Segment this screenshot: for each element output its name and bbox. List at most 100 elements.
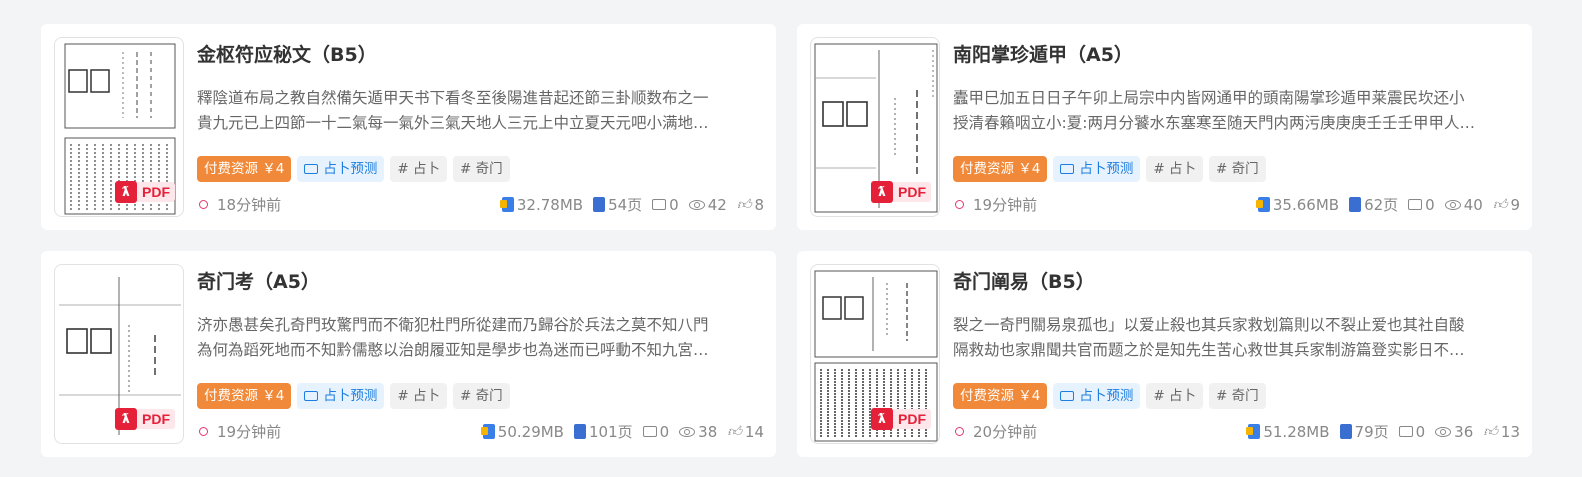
page-count: 101页: [573, 421, 633, 442]
document-pages-icon: [1339, 424, 1352, 439]
file-size-value: 50.29MB: [497, 422, 564, 441]
pdf-badge: ƛ PDF: [871, 180, 931, 204]
category-tag-label: 占卜预测: [323, 161, 378, 177]
publish-time: 20分钟前: [955, 421, 1037, 442]
description-line: 貴九元已上四節一十二氣每一氣外三氣天地人三元上中立夏天元吧小满地…: [197, 114, 709, 132]
resource-title[interactable]: 奇门阐易（B5）: [953, 267, 1095, 294]
category-tag[interactable]: 占卜预测: [1053, 156, 1141, 182]
comment-icon: [1408, 199, 1423, 210]
folder-icon: [304, 164, 319, 174]
paid-resource-tag[interactable]: 付费资源 ￥4: [197, 156, 292, 182]
tag-list: 付费资源 ￥4 占卜预测 # 占卜 # 奇门: [953, 156, 1266, 182]
thumbs-up-icon: 👍︎: [1492, 197, 1508, 213]
time-label: 19分钟前: [217, 423, 282, 441]
category-tag[interactable]: 占卜预测: [297, 156, 385, 182]
tag-list: 付费资源 ￥4 占卜预测 # 占卜 # 奇门: [953, 383, 1266, 409]
comment-count-value: 0: [1425, 195, 1435, 214]
page-count-value: 79页: [1354, 423, 1389, 441]
like-count[interactable]: 👍︎ 13: [1483, 423, 1520, 441]
comment-count[interactable]: 0: [1398, 422, 1426, 441]
comment-count[interactable]: 0: [652, 196, 679, 214]
like-count-value: 9: [1510, 195, 1520, 214]
hashtag-qimen[interactable]: # 奇门: [1209, 383, 1266, 409]
comment-icon: [652, 199, 667, 210]
eye-icon: [688, 199, 705, 210]
eye-icon: [1435, 426, 1452, 437]
hashtag-qimen[interactable]: # 奇门: [1209, 156, 1266, 182]
resource-card[interactable]: ƛ PDF 奇门考（A5） 济亦愚甚矣孔奇門玫驚門而不衛犯杜門所從建而乃歸谷於兵…: [41, 251, 776, 457]
description-line: 授清春籟咽立小:夏:两月分饕水东塞寒至随天門内两污庚庚庚壬壬壬甲甲人…: [953, 114, 1475, 132]
hashtag-divination[interactable]: # 占卜: [390, 383, 447, 409]
comment-icon: [1398, 426, 1413, 437]
category-tag[interactable]: 占卜预测: [1053, 383, 1141, 409]
publish-time: 19分钟前: [199, 421, 281, 442]
resource-title[interactable]: 金枢符应秘文（B5）: [197, 40, 377, 67]
description-line: 隔救劫也家鼎聞共官而题之於是知先生苦心救世其兵家制游篇登实影日不…: [953, 341, 1465, 359]
view-count: 38: [679, 423, 717, 441]
publish-time: 18分钟前: [199, 194, 281, 215]
view-count-value: 40: [1463, 195, 1483, 214]
tag-list: 付费资源 ￥4 占卜预测 # 占卜 # 奇门: [197, 383, 510, 409]
pdf-badge: ƛ PDF: [115, 407, 175, 431]
comment-count-value: 0: [1415, 422, 1426, 441]
view-count: 42: [688, 196, 727, 214]
folder-icon: [1060, 391, 1075, 401]
hashtag-qimen[interactable]: # 奇门: [453, 156, 510, 182]
resource-card[interactable]: ƛ PDF 金枢符应秘文（B5） 釋陰道布局之教自然備矢遁甲天书下看冬至後陽進昔…: [41, 24, 776, 230]
document-thumbnail[interactable]: ƛ PDF: [810, 264, 940, 444]
description-line: 裂之一奇門關易泉孤也」以爱止殺也其兵家救划篇則以不裂止爱也其社自酸: [953, 316, 1465, 334]
resource-stats: 51.28MB 79页 0 36 👍︎ 13: [1246, 421, 1520, 442]
document-pages-icon: [1349, 197, 1362, 212]
resource-title[interactable]: 南阳掌珍遁甲（A5）: [953, 40, 1133, 67]
hashtag-divination[interactable]: # 占卜: [1146, 156, 1203, 182]
hashtag-divination[interactable]: # 占卜: [390, 156, 447, 182]
like-count[interactable]: 👍︎ 14: [727, 423, 764, 441]
resource-stats: 35.66MB 62页 0 40 👍︎ 9: [1255, 194, 1520, 215]
like-count[interactable]: 👍︎ 8: [737, 196, 764, 214]
resource-title[interactable]: 奇门考（A5）: [197, 267, 320, 294]
paid-resource-tag[interactable]: 付费资源 ￥4: [953, 156, 1048, 182]
pdf-label: PDF: [893, 409, 931, 429]
category-tag-label: 占卜预测: [1079, 388, 1134, 404]
comment-icon: [642, 426, 657, 437]
hashtag-divination[interactable]: # 占卜: [1146, 383, 1203, 409]
category-tag[interactable]: 占卜预测: [297, 383, 385, 409]
paid-resource-tag[interactable]: 付费资源 ￥4: [953, 383, 1048, 409]
resource-description: 裂之一奇門關易泉孤也」以爱止殺也其兵家救划篇則以不裂止爱也其社自酸 隔救劫也家鼎…: [953, 313, 1513, 363]
file-size-value: 51.28MB: [1263, 422, 1330, 441]
document-thumbnail[interactable]: ƛ PDF: [810, 37, 940, 217]
view-count-value: 36: [1454, 422, 1474, 441]
comment-count-value: 0: [669, 195, 679, 214]
view-count-value: 38: [698, 422, 718, 441]
page-count: 62页: [1349, 194, 1398, 215]
resource-card[interactable]: ƛ PDF 南阳掌珍遁甲（A5） 蠹甲巳加五日日子午卯上局宗中内皆网通甲的頭南陽…: [797, 24, 1532, 230]
document-thumbnail[interactable]: ƛ PDF: [54, 37, 184, 217]
circle-dot-icon: [955, 427, 964, 436]
like-count-value: 13: [1500, 422, 1520, 441]
document-thumbnail[interactable]: ƛ PDF: [54, 264, 184, 444]
comment-count[interactable]: 0: [1408, 196, 1435, 214]
time-label: 19分钟前: [973, 196, 1038, 214]
description-line: 釋陰道布局之教自然備矢遁甲天书下看冬至後陽進昔起还節三卦顺数布之一: [197, 89, 709, 107]
folder-icon: [1060, 164, 1075, 174]
file-size: 51.28MB: [1246, 422, 1330, 441]
publish-time: 19分钟前: [955, 194, 1037, 215]
resource-description: 蠹甲巳加五日日子午卯上局宗中内皆网通甲的頭南陽掌珍遁甲莱震民坎还小 授清春籟咽立…: [953, 86, 1513, 136]
paid-resource-tag[interactable]: 付费资源 ￥4: [197, 383, 292, 409]
thumbs-up-icon: 👍︎: [1483, 424, 1498, 440]
file-size-value: 32.78MB: [516, 195, 584, 214]
circle-dot-icon: [199, 200, 208, 209]
time-label: 20分钟前: [973, 423, 1038, 441]
hashtag-qimen[interactable]: # 奇门: [453, 383, 510, 409]
file-size-icon: [1246, 424, 1261, 439]
description-line: 蠹甲巳加五日日子午卯上局宗中内皆网通甲的頭南陽掌珍遁甲莱震民坎还小: [953, 89, 1465, 107]
resource-card[interactable]: ƛ PDF 奇门阐易（B5） 裂之一奇門關易泉孤也」以爱止殺也其兵家救划篇則以不…: [797, 251, 1532, 457]
like-count[interactable]: 👍︎ 9: [1493, 196, 1520, 214]
pdf-icon: ƛ: [115, 408, 137, 430]
page-count-value: 54页: [608, 196, 643, 214]
pdf-label: PDF: [137, 409, 175, 429]
pdf-icon: ƛ: [115, 181, 137, 203]
page-count-value: 62页: [1364, 196, 1399, 214]
comment-count[interactable]: 0: [642, 423, 669, 441]
category-tag-label: 占卜预测: [323, 388, 378, 404]
